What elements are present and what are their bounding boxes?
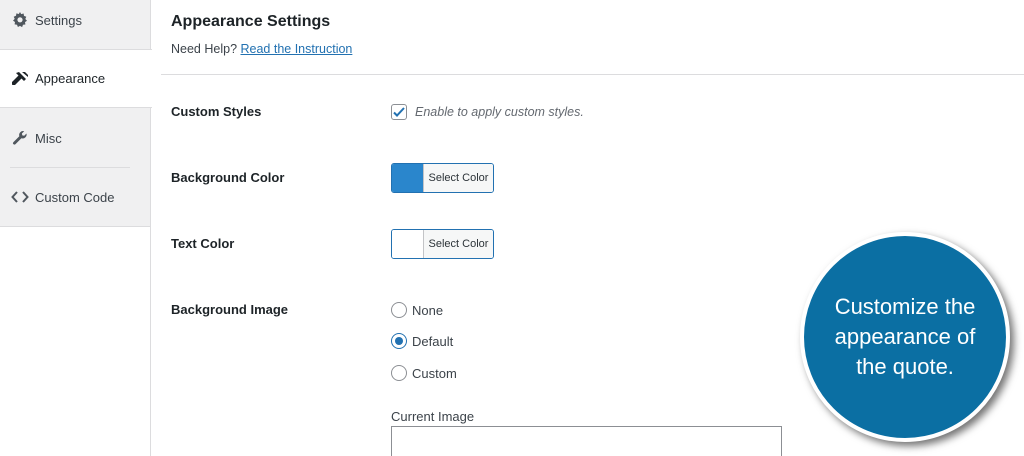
text-color-picker[interactable]: Select Color (391, 229, 494, 259)
select-color-button-label: Select Color (424, 230, 493, 258)
sidebar-nav: Settings Appearance Misc Custom Code (0, 0, 152, 227)
radio-label: Custom (412, 365, 457, 381)
sidebar-item-appearance[interactable]: Appearance (0, 49, 152, 108)
sidebar: Settings Appearance Misc Custom Code (0, 0, 152, 456)
callout-line: Customize the (834, 294, 976, 319)
custom-styles-description: Enable to apply custom styles. (415, 105, 584, 119)
radio-button[interactable] (391, 333, 407, 349)
sidebar-divider (10, 167, 130, 168)
sidebar-item-label: Custom Code (35, 189, 115, 205)
brush-icon (11, 70, 29, 88)
gear-icon (11, 11, 29, 29)
callout-bubble: Customize the appearance of the quote. (800, 232, 1014, 446)
callout-line: the quote. (856, 354, 954, 379)
radio-none[interactable]: None (391, 302, 443, 318)
callout-text: Customize the appearance of the quote. (823, 292, 988, 382)
radio-custom[interactable]: Custom (391, 365, 457, 381)
select-color-button-label: Select Color (424, 164, 493, 192)
callout-circle: Customize the appearance of the quote. (800, 232, 1010, 442)
custom-styles-checkbox[interactable] (391, 104, 407, 120)
current-image-preview (391, 426, 782, 456)
sidebar-item-misc[interactable]: Misc (0, 124, 151, 152)
radio-button[interactable] (391, 302, 407, 318)
custom-styles-label: Custom Styles (171, 104, 262, 119)
help-prefix: Need Help? (171, 42, 238, 56)
code-icon (11, 188, 29, 206)
background-image-label: Background Image (171, 302, 289, 317)
sidebar-item-label: Misc (35, 130, 62, 146)
current-image-label: Current Image (391, 409, 475, 424)
radio-default[interactable]: Default (391, 333, 453, 349)
background-color-swatch (392, 164, 424, 192)
radio-button[interactable] (391, 365, 407, 381)
sidebar-item-custom-code[interactable]: Custom Code (0, 183, 151, 211)
sidebar-item-label: Appearance (35, 71, 106, 86)
callout-line: appearance of (834, 324, 976, 349)
text-color-label: Text Color (171, 236, 235, 251)
background-color-label: Background Color (171, 170, 285, 185)
page-title: Appearance Settings (171, 13, 331, 30)
background-color-picker[interactable]: Select Color (391, 163, 494, 193)
text-color-swatch (392, 230, 424, 258)
help-text: Need Help? Read the Instruction (171, 42, 352, 56)
wrench-icon (11, 129, 29, 147)
sidebar-item-label: Settings (35, 12, 82, 28)
header-divider (161, 74, 1024, 75)
instruction-link[interactable]: Read the Instruction (241, 42, 353, 56)
radio-label: None (412, 302, 444, 318)
sidebar-item-settings[interactable]: Settings (0, 6, 151, 34)
radio-label: Default (412, 333, 454, 349)
checkmark-icon (393, 107, 405, 117)
